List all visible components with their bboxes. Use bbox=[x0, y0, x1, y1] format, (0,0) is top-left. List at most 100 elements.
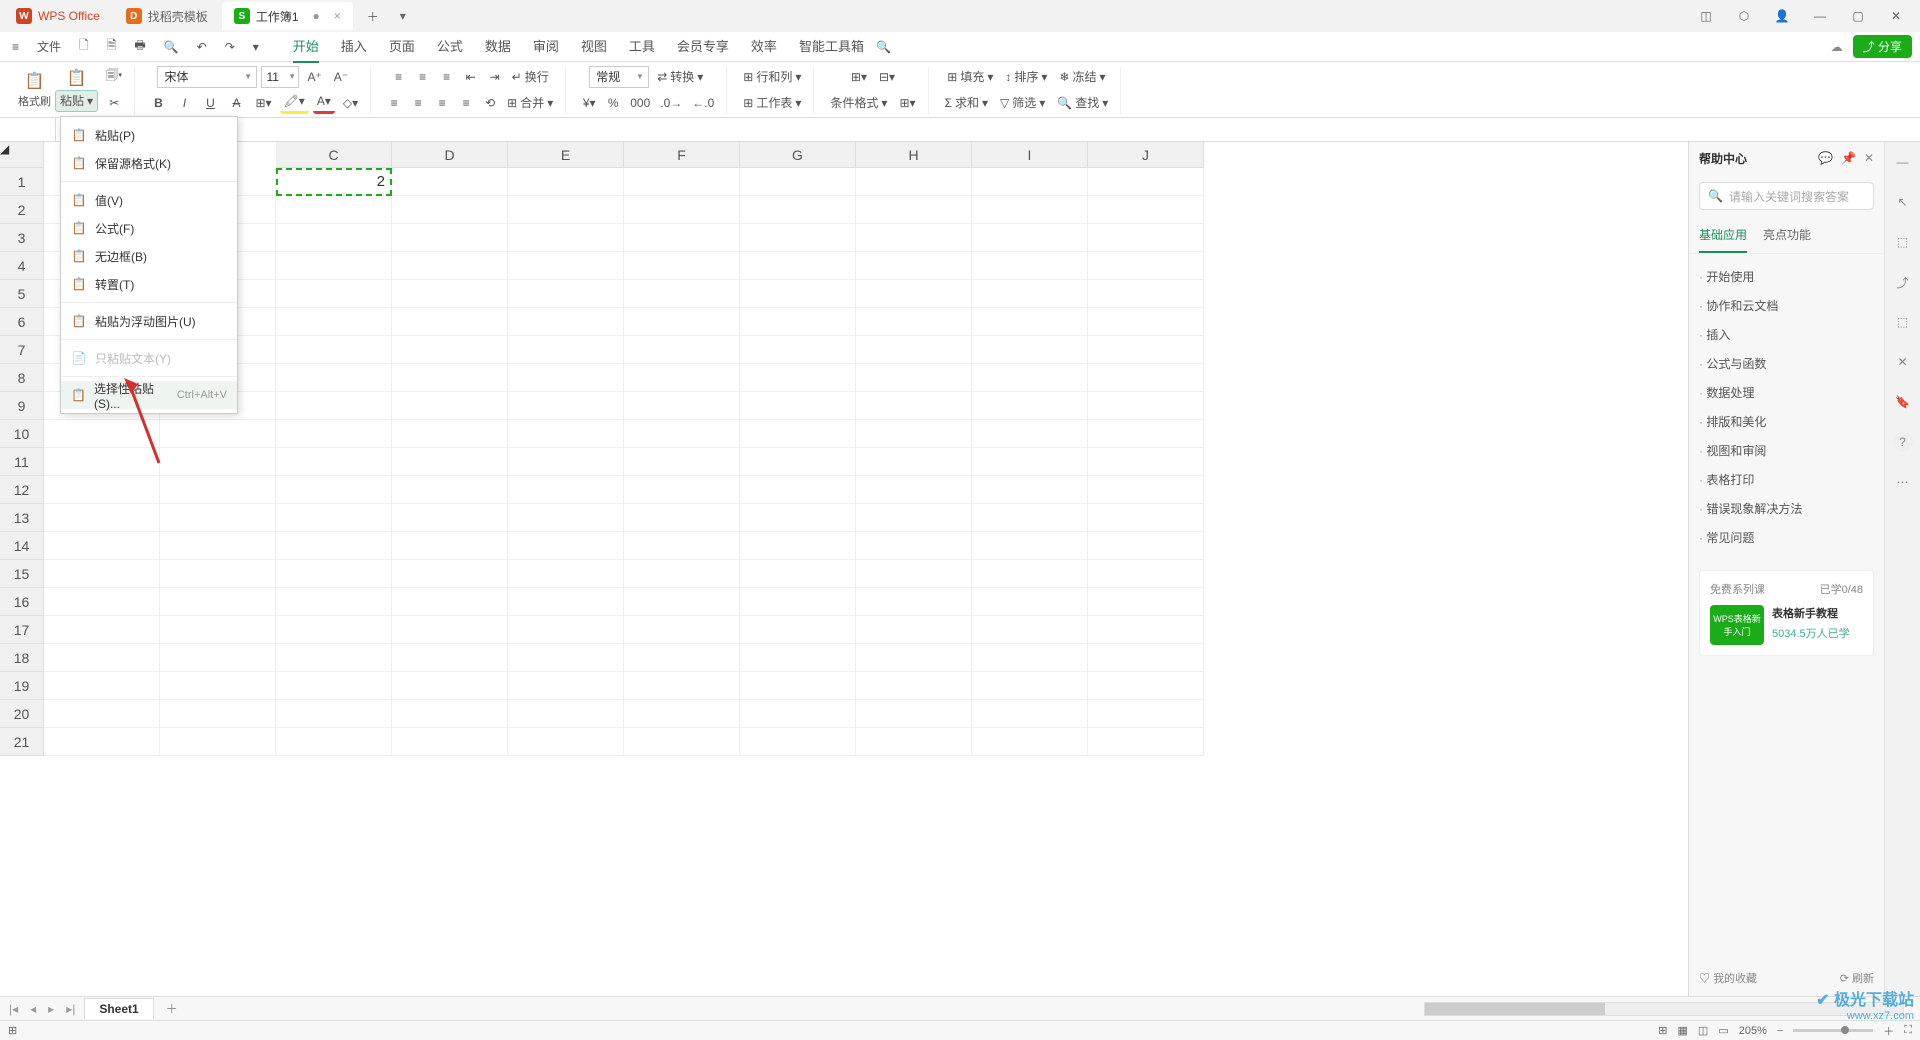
cell[interactable] bbox=[1088, 392, 1204, 420]
row-header-19[interactable]: 19 bbox=[0, 672, 44, 700]
spreadsheet-grid[interactable]: ◢ CDEFGHIJ 12345678910111213141516171819… bbox=[0, 142, 1688, 996]
cell[interactable] bbox=[1088, 364, 1204, 392]
menu-tab-4[interactable]: 数据 bbox=[485, 30, 511, 63]
cut-icon[interactable]: ✂ bbox=[103, 92, 125, 114]
cell[interactable] bbox=[160, 616, 276, 644]
sheet-nav-next[interactable]: ▸ bbox=[45, 1002, 57, 1016]
cell[interactable] bbox=[1088, 308, 1204, 336]
cell[interactable] bbox=[508, 224, 624, 252]
cell[interactable] bbox=[276, 616, 392, 644]
cell[interactable] bbox=[856, 392, 972, 420]
cell[interactable] bbox=[276, 476, 392, 504]
cell[interactable] bbox=[508, 588, 624, 616]
cell[interactable] bbox=[856, 728, 972, 756]
cell[interactable] bbox=[160, 728, 276, 756]
cell[interactable] bbox=[740, 196, 856, 224]
menu-tab-6[interactable]: 视图 bbox=[581, 30, 607, 63]
zoom-slider[interactable] bbox=[1793, 1029, 1873, 1032]
cell[interactable] bbox=[508, 280, 624, 308]
cell[interactable] bbox=[624, 672, 740, 700]
cell[interactable] bbox=[740, 672, 856, 700]
cell[interactable] bbox=[972, 476, 1088, 504]
strike-button[interactable]: A bbox=[225, 92, 247, 114]
help-link[interactable]: 错误现象解决方法 bbox=[1699, 494, 1874, 523]
bold-button[interactable]: B bbox=[147, 92, 169, 114]
help-link[interactable]: 开始使用 bbox=[1699, 262, 1874, 291]
cell[interactable] bbox=[740, 364, 856, 392]
col-header-E[interactable]: E bbox=[508, 142, 624, 168]
align-justify-icon[interactable]: ≡ bbox=[455, 92, 477, 114]
cloud-icon[interactable]: ☁ bbox=[1831, 40, 1843, 54]
sheet-nav-prev[interactable]: ◂ bbox=[27, 1002, 39, 1016]
cell[interactable] bbox=[44, 476, 160, 504]
filter-button[interactable]: ▽ 筛选▾ bbox=[996, 92, 1049, 114]
export-icon[interactable]: ⤴ bbox=[1893, 272, 1913, 292]
cell[interactable] bbox=[508, 420, 624, 448]
cell[interactable] bbox=[508, 252, 624, 280]
border-button[interactable]: ⊞▾ bbox=[251, 92, 275, 114]
favorites-button[interactable]: ♡ 我的收藏 bbox=[1699, 970, 1757, 986]
cell[interactable] bbox=[44, 560, 160, 588]
help-icon[interactable]: ? bbox=[1893, 432, 1913, 452]
row-header-7[interactable]: 7 bbox=[0, 336, 44, 364]
cell[interactable] bbox=[1088, 196, 1204, 224]
cell[interactable] bbox=[740, 280, 856, 308]
cell[interactable] bbox=[392, 476, 508, 504]
cell[interactable] bbox=[508, 644, 624, 672]
menu-icon[interactable]: ≡ bbox=[8, 36, 23, 58]
cell[interactable] bbox=[624, 252, 740, 280]
row-header-18[interactable]: 18 bbox=[0, 644, 44, 672]
row-header-15[interactable]: 15 bbox=[0, 560, 44, 588]
help-chat-icon[interactable]: 💬 bbox=[1818, 151, 1833, 165]
cell[interactable] bbox=[276, 728, 392, 756]
close-button[interactable]: ✕ bbox=[1884, 4, 1908, 28]
cell[interactable] bbox=[972, 224, 1088, 252]
collapse-icon[interactable]: — bbox=[1893, 152, 1913, 172]
row-header-13[interactable]: 13 bbox=[0, 504, 44, 532]
share-button[interactable]: ⤴ 分享 bbox=[1853, 35, 1912, 58]
menu-tab-2[interactable]: 页面 bbox=[389, 30, 415, 63]
help-link[interactable]: 视图和审阅 bbox=[1699, 436, 1874, 465]
cell[interactable] bbox=[856, 168, 972, 196]
comma-icon[interactable]: 000 bbox=[626, 92, 654, 114]
cell[interactable] bbox=[972, 588, 1088, 616]
cell[interactable] bbox=[276, 448, 392, 476]
cell[interactable] bbox=[972, 448, 1088, 476]
cell[interactable] bbox=[276, 252, 392, 280]
gallery-icon[interactable]: ⬚ bbox=[1893, 312, 1913, 332]
cell[interactable] bbox=[624, 700, 740, 728]
cell[interactable] bbox=[856, 700, 972, 728]
cell[interactable] bbox=[624, 308, 740, 336]
cell[interactable] bbox=[276, 336, 392, 364]
cell[interactable] bbox=[44, 504, 160, 532]
find-button[interactable]: 🔍 查找▾ bbox=[1053, 92, 1112, 114]
cell[interactable] bbox=[740, 252, 856, 280]
menu-tab-9[interactable]: 效率 bbox=[751, 30, 777, 63]
orientation-icon[interactable]: ⟲ bbox=[479, 92, 501, 114]
cell[interactable] bbox=[1088, 700, 1204, 728]
cell[interactable] bbox=[276, 560, 392, 588]
undo-icon[interactable]: ↶ bbox=[193, 36, 211, 58]
tab-wps-office[interactable]: W WPS Office bbox=[4, 2, 112, 30]
cell[interactable] bbox=[160, 700, 276, 728]
cell[interactable] bbox=[508, 392, 624, 420]
cell[interactable] bbox=[624, 196, 740, 224]
underline-button[interactable]: U bbox=[199, 92, 221, 114]
cell[interactable] bbox=[508, 532, 624, 560]
menu-tab-1[interactable]: 插入 bbox=[341, 30, 367, 63]
cell[interactable] bbox=[972, 504, 1088, 532]
cell[interactable] bbox=[1088, 448, 1204, 476]
file-menu[interactable]: 文件 bbox=[33, 34, 65, 59]
cell[interactable] bbox=[1088, 336, 1204, 364]
decrease-font-icon[interactable]: A⁻ bbox=[330, 66, 352, 88]
col-header-I[interactable]: I bbox=[972, 142, 1088, 168]
cell[interactable] bbox=[740, 336, 856, 364]
cell[interactable] bbox=[972, 728, 1088, 756]
cell[interactable] bbox=[624, 420, 740, 448]
col-header-J[interactable]: J bbox=[1088, 142, 1204, 168]
cell[interactable] bbox=[160, 448, 276, 476]
help-link[interactable]: 插入 bbox=[1699, 320, 1874, 349]
cell[interactable] bbox=[972, 196, 1088, 224]
tab-document[interactable]: S 工作簿1 ● × bbox=[222, 2, 353, 30]
row-header-9[interactable]: 9 bbox=[0, 392, 44, 420]
